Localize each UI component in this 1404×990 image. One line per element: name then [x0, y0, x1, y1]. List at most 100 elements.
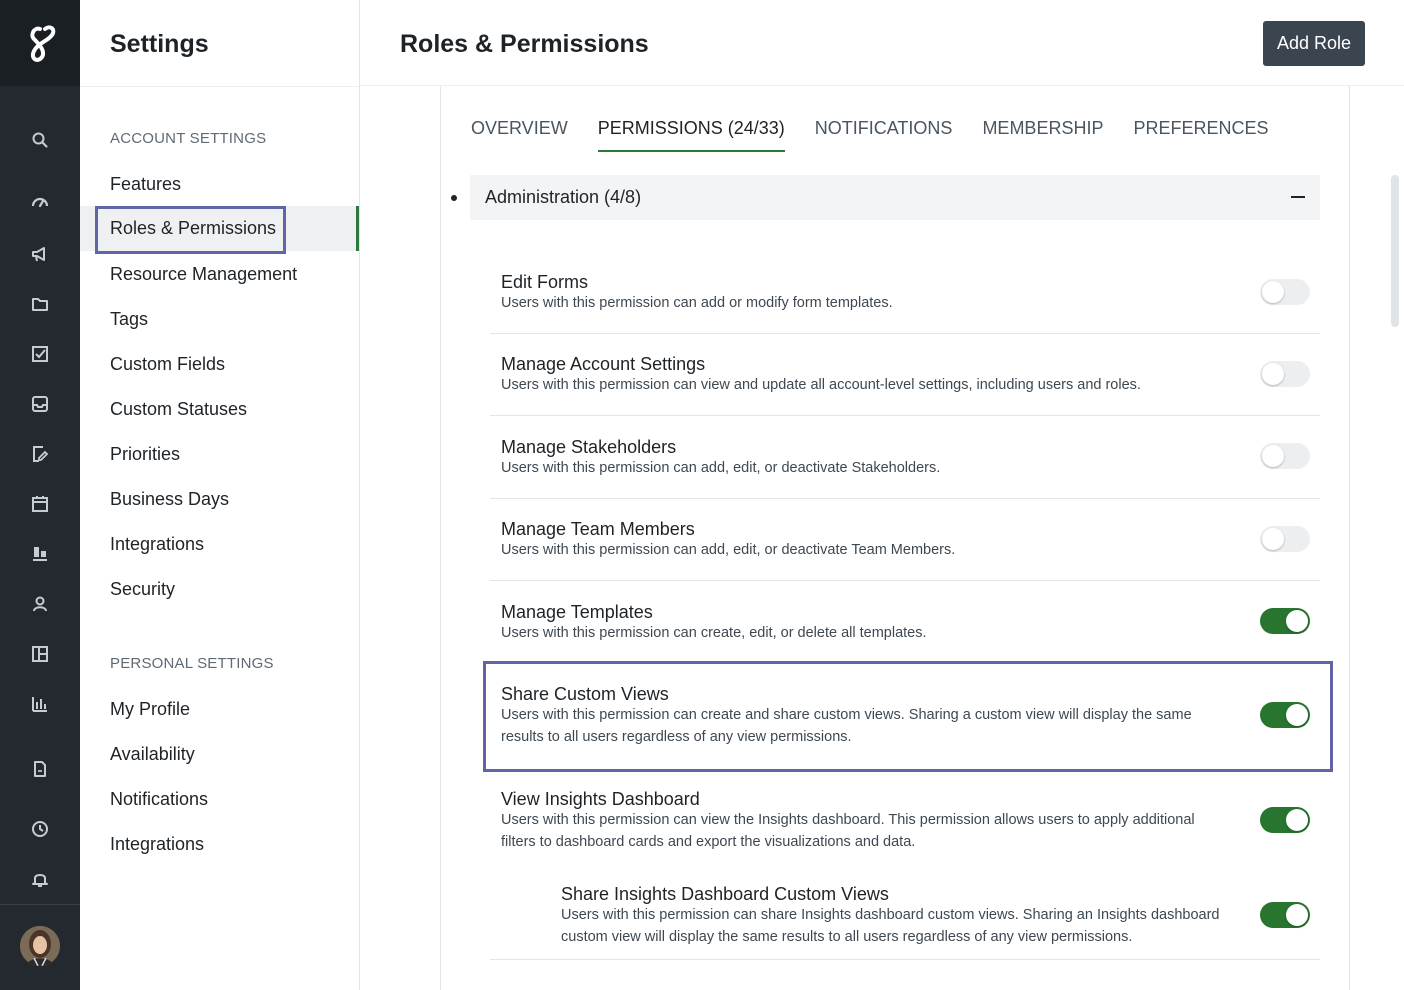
toggle-knob: [1262, 363, 1284, 385]
sidebar-item-personal-integrations[interactable]: Integrations: [80, 822, 359, 867]
list-bullet: [451, 195, 457, 201]
permission-row-manage-account-settings: Manage Account Settings Users with this …: [490, 334, 1320, 416]
administration-group-header[interactable]: Administration (4/8): [470, 175, 1320, 220]
permission-description: Users with this permission can add, edit…: [501, 460, 941, 476]
permission-name: Manage Templates: [501, 602, 653, 622]
clock-icon[interactable]: [24, 813, 56, 845]
inbox-icon[interactable]: [24, 388, 56, 420]
sidebar-item-label: Priorities: [110, 444, 181, 464]
permission-toggle[interactable]: [1260, 279, 1310, 305]
permission-description: Users with this permission can create an…: [501, 707, 1192, 745]
sidebar-item-tags[interactable]: Tags: [80, 297, 359, 342]
permission-name: Share Custom Views: [501, 684, 669, 704]
tab-preferences[interactable]: PREFERENCES: [1133, 118, 1268, 150]
sidebar-item-label: Features: [110, 174, 182, 194]
permission-row-manage-templates: Manage Templates Users with this permiss…: [490, 581, 1320, 663]
permission-description: Users with this permission can add or mo…: [501, 295, 893, 311]
permission-name: Share Insights Dashboard Custom Views: [561, 884, 889, 904]
sidebar-item-roles-permissions[interactable]: Roles & Permissions: [80, 206, 359, 254]
chart-icon[interactable]: [24, 688, 56, 720]
permission-description: Users with this permission can share Ins…: [561, 907, 1220, 945]
form-edit-icon[interactable]: [24, 438, 56, 470]
workload-icon[interactable]: [24, 538, 56, 570]
permission-description: Users with this permission can create, e…: [501, 625, 927, 641]
permission-description: Users with this permission can view the …: [501, 812, 1195, 850]
person-icon[interactable]: [24, 588, 56, 620]
logo-icon[interactable]: [0, 0, 80, 86]
calendar-icon[interactable]: [24, 488, 56, 520]
toggle-knob: [1262, 528, 1284, 550]
tab-overview[interactable]: OVERVIEW: [471, 118, 568, 150]
tab-membership[interactable]: MEMBERSHIP: [982, 118, 1103, 150]
sidebar-item-label: My Profile: [110, 699, 191, 719]
sidebar-title: Settings: [110, 30, 209, 58]
collapse-icon[interactable]: [1291, 196, 1305, 198]
permission-name: Edit Forms: [501, 272, 589, 292]
role-tabs: OVERVIEW PERMISSIONS (24/33) NOTIFICATIO…: [471, 118, 1299, 154]
sidebar-item-availability[interactable]: Availability: [80, 732, 359, 777]
permission-row-view-insights-dashboard: View Insights Dashboard Users with this …: [490, 772, 1320, 867]
layout-icon[interactable]: [24, 638, 56, 670]
toggle-knob: [1286, 904, 1308, 926]
toggle-knob: [1262, 281, 1284, 303]
checkbox-icon[interactable]: [24, 338, 56, 370]
megaphone-icon[interactable]: [24, 238, 56, 270]
permission-toggle[interactable]: [1260, 526, 1310, 552]
permission-row-share-custom-views: Share Custom Views Users with this permi…: [490, 663, 1320, 768]
sidebar-item-features[interactable]: Features: [80, 162, 359, 207]
settings-sidebar: Settings ACCOUNT SETTINGS Features Roles…: [80, 0, 360, 990]
permission-toggle[interactable]: [1260, 608, 1310, 634]
sidebar-item-security[interactable]: Security: [80, 567, 359, 612]
left-rail: [0, 0, 80, 990]
permission-description: Users with this permission can view and …: [501, 377, 1141, 393]
page-title: Roles & Permissions: [400, 30, 649, 58]
permission-row-share-insights-custom-views: Share Insights Dashboard Custom Views Us…: [490, 867, 1320, 960]
tab-notifications[interactable]: NOTIFICATIONS: [815, 118, 953, 150]
page-header: Roles & Permissions Add Role: [360, 0, 1404, 86]
toggle-knob: [1286, 704, 1308, 726]
bell-icon[interactable]: [24, 863, 56, 895]
sidebar-item-label: Security: [110, 579, 176, 599]
permission-row-manage-stakeholders: Manage Stakeholders Users with this perm…: [490, 416, 1320, 499]
permission-toggle[interactable]: [1260, 807, 1310, 833]
permission-name: Manage Stakeholders: [501, 437, 677, 457]
document-icon[interactable]: [24, 753, 56, 785]
group-title: Administration (4/8): [485, 187, 642, 207]
permission-toggle[interactable]: [1260, 361, 1310, 387]
permission-toggle[interactable]: [1260, 902, 1310, 928]
sidebar-item-my-profile[interactable]: My Profile: [80, 687, 359, 732]
account-settings-label: ACCOUNT SETTINGS: [110, 130, 267, 147]
sidebar-item-label: Notifications: [110, 789, 209, 809]
permission-row-edit-forms: Edit Forms Users with this permission ca…: [490, 252, 1320, 334]
sidebar-item-business-days[interactable]: Business Days: [80, 477, 359, 522]
sidebar-item-custom-fields[interactable]: Custom Fields: [80, 342, 359, 387]
scrollbar[interactable]: [1391, 175, 1399, 327]
sidebar-item-notifications[interactable]: Notifications: [80, 777, 359, 822]
permission-name: Manage Account Settings: [501, 354, 706, 374]
sidebar-item-resource-management[interactable]: Resource Management: [80, 252, 359, 297]
sidebar-item-label: Custom Fields: [110, 354, 226, 374]
sidebar-item-custom-statuses[interactable]: Custom Statuses: [80, 387, 359, 432]
sidebar-item-label: Custom Statuses: [110, 399, 248, 419]
permission-toggle[interactable]: [1260, 443, 1310, 469]
toggle-knob: [1262, 445, 1284, 467]
avatar[interactable]: [20, 926, 60, 966]
highlight-box: [95, 206, 286, 254]
sidebar-item-label: Integrations: [110, 534, 205, 554]
toggle-knob: [1286, 809, 1308, 831]
search-icon[interactable]: [24, 124, 56, 156]
sidebar-item-label: Integrations: [110, 834, 205, 854]
sidebar-item-priorities[interactable]: Priorities: [80, 432, 359, 477]
sidebar-item-integrations[interactable]: Integrations: [80, 522, 359, 567]
dashboard-icon[interactable]: [24, 186, 56, 218]
personal-settings-label: PERSONAL SETTINGS: [110, 655, 274, 672]
sidebar-item-label: Resource Management: [110, 264, 298, 284]
sidebar-header-divider: [80, 86, 359, 87]
rail-divider: [0, 904, 80, 905]
permission-name: View Insights Dashboard: [501, 789, 700, 809]
add-role-button[interactable]: Add Role: [1263, 21, 1365, 66]
folder-icon[interactable]: [24, 288, 56, 320]
toggle-knob: [1286, 610, 1308, 632]
permission-toggle[interactable]: [1260, 702, 1310, 728]
tab-permissions[interactable]: PERMISSIONS (24/33): [597, 118, 785, 152]
